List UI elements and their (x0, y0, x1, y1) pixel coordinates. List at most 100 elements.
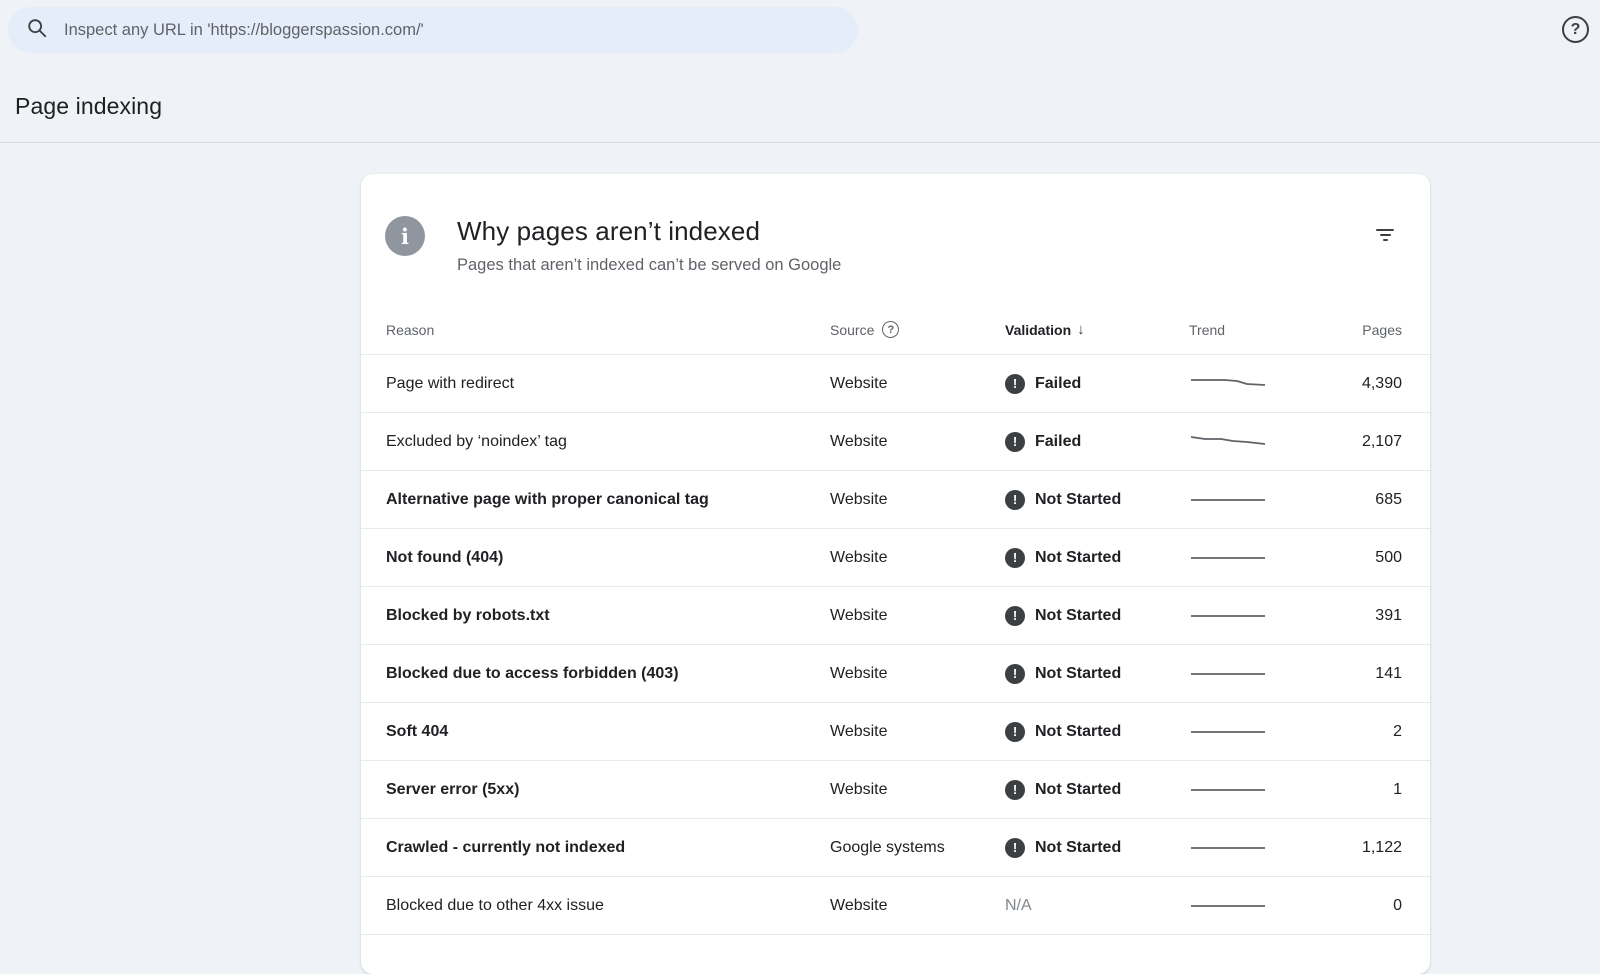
table-body: Page with redirect Website ! Failed 4,39… (361, 355, 1430, 935)
validation-error-icon: ! (1005, 432, 1025, 452)
filter-icon[interactable] (1374, 226, 1396, 244)
validation-error-icon: ! (1005, 722, 1025, 742)
validation-error-icon: ! (1005, 490, 1025, 510)
validation-cell: ! Not Started (1005, 780, 1189, 800)
table-row[interactable]: Blocked due to other 4xx issue Website !… (361, 877, 1430, 935)
source-cell: Google systems (830, 839, 1005, 857)
trend-sparkline (1189, 546, 1319, 570)
reason-cell: Server error (5xx) (386, 781, 830, 799)
reason-cell: Page with redirect (386, 375, 830, 393)
validation-cell: ! Not Started (1005, 490, 1189, 510)
reason-cell: Blocked due to other 4xx issue (386, 897, 830, 915)
validation-error-icon: ! (1005, 374, 1025, 394)
table-row[interactable]: Crawled - currently not indexed Google s… (361, 819, 1430, 877)
source-cell: Website (830, 781, 1005, 799)
search-icon (26, 17, 48, 44)
trend-sparkline (1189, 604, 1319, 628)
source-cell: Website (830, 607, 1005, 625)
source-cell: Website (830, 665, 1005, 683)
validation-label: Failed (1035, 433, 1081, 451)
table-header-row: Reason Source ? Validation ↓ Trend Pages (361, 305, 1430, 355)
validation-error-icon: ! (1005, 606, 1025, 626)
reason-cell: Soft 404 (386, 723, 830, 741)
info-icon: i (385, 216, 425, 256)
validation-error-icon: ! (1005, 780, 1025, 800)
source-header-label: Source (830, 322, 874, 338)
column-header-validation[interactable]: Validation ↓ (1005, 321, 1189, 338)
sort-descending-icon: ↓ (1077, 321, 1085, 338)
validation-cell: ! N/A (1005, 897, 1189, 915)
reason-cell: Not found (404) (386, 549, 830, 567)
pages-count: 0 (1319, 897, 1402, 915)
source-help-icon[interactable]: ? (882, 321, 899, 338)
validation-error-icon: ! (1005, 548, 1025, 568)
validation-cell: ! Not Started (1005, 838, 1189, 858)
table-row[interactable]: Soft 404 Website ! Not Started 2 (361, 703, 1430, 761)
validation-cell: ! Not Started (1005, 606, 1189, 626)
pages-count: 391 (1319, 607, 1402, 625)
pages-count: 2,107 (1319, 433, 1402, 451)
validation-label: Not Started (1035, 491, 1121, 509)
card-subtitle: Pages that aren’t indexed can’t be serve… (457, 256, 841, 275)
validation-error-icon: ! (1005, 664, 1025, 684)
trend-sparkline (1189, 778, 1319, 802)
trend-sparkline (1189, 836, 1319, 860)
pages-count: 1 (1319, 781, 1402, 799)
validation-cell: ! Failed (1005, 374, 1189, 394)
table-row[interactable]: Excluded by ‘noindex’ tag Website ! Fail… (361, 413, 1430, 471)
source-cell: Website (830, 375, 1005, 393)
validation-cell: ! Not Started (1005, 664, 1189, 684)
card-header: i Why pages aren’t indexed Pages that ar… (361, 174, 1430, 275)
trend-sparkline (1189, 662, 1319, 686)
column-header-source: Source ? (830, 321, 1005, 338)
pages-count: 685 (1319, 491, 1402, 509)
validation-label: Not Started (1035, 549, 1121, 567)
column-header-trend: Trend (1189, 322, 1319, 338)
pages-count: 500 (1319, 549, 1402, 567)
validation-cell: ! Not Started (1005, 548, 1189, 568)
source-cell: Website (830, 433, 1005, 451)
table-row[interactable]: Blocked due to access forbidden (403) We… (361, 645, 1430, 703)
validation-label: Not Started (1035, 723, 1121, 741)
help-icon[interactable]: ? (1562, 16, 1589, 43)
source-cell: Website (830, 491, 1005, 509)
table-row[interactable]: Server error (5xx) Website ! Not Started… (361, 761, 1430, 819)
validation-label: N/A (1005, 897, 1032, 915)
trend-sparkline (1189, 372, 1319, 396)
table-row[interactable]: Alternative page with proper canonical t… (361, 471, 1430, 529)
reason-cell: Crawled - currently not indexed (386, 839, 830, 857)
source-cell: Website (830, 549, 1005, 567)
validation-label: Failed (1035, 375, 1081, 393)
header-divider (0, 142, 1600, 143)
pages-count: 2 (1319, 723, 1402, 741)
table-row[interactable]: Not found (404) Website ! Not Started 50… (361, 529, 1430, 587)
validation-cell: ! Failed (1005, 432, 1189, 452)
source-cell: Website (830, 897, 1005, 915)
url-inspect-search-bar[interactable] (8, 7, 858, 53)
reason-cell: Excluded by ‘noindex’ tag (386, 433, 830, 451)
validation-error-icon: ! (1005, 838, 1025, 858)
trend-sparkline (1189, 894, 1319, 918)
search-input[interactable] (62, 20, 840, 41)
indexing-report-card: i Why pages aren’t indexed Pages that ar… (361, 174, 1430, 974)
validation-label: Not Started (1035, 781, 1121, 799)
validation-header-label: Validation (1005, 322, 1071, 338)
column-header-pages: Pages (1319, 322, 1402, 338)
reason-cell: Blocked by robots.txt (386, 607, 830, 625)
validation-label: Not Started (1035, 665, 1121, 683)
trend-sparkline (1189, 488, 1319, 512)
source-cell: Website (830, 723, 1005, 741)
reason-cell: Blocked due to access forbidden (403) (386, 665, 830, 683)
trend-sparkline (1189, 720, 1319, 744)
table-row[interactable]: Blocked by robots.txt Website ! Not Star… (361, 587, 1430, 645)
trend-sparkline (1189, 430, 1319, 454)
column-header-reason: Reason (386, 322, 830, 338)
validation-label: Not Started (1035, 607, 1121, 625)
pages-count: 141 (1319, 665, 1402, 683)
validation-label: Not Started (1035, 839, 1121, 857)
validation-cell: ! Not Started (1005, 722, 1189, 742)
table-row[interactable]: Page with redirect Website ! Failed 4,39… (361, 355, 1430, 413)
pages-count: 1,122 (1319, 839, 1402, 857)
page-title: Page indexing (15, 93, 162, 120)
pages-count: 4,390 (1319, 375, 1402, 393)
